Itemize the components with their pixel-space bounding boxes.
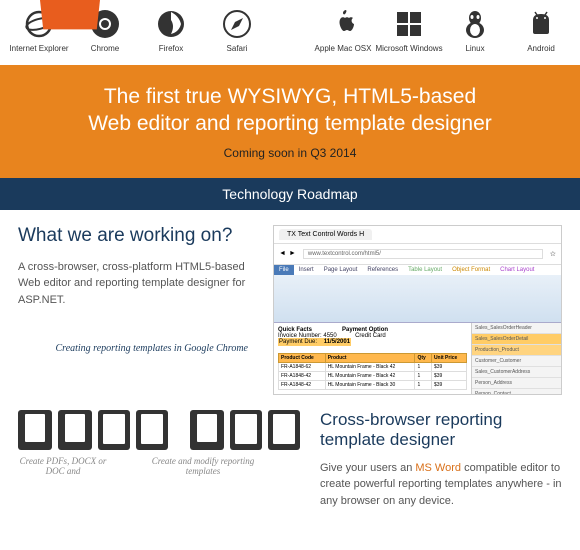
safari-label: Safari [227, 44, 248, 53]
ss-fwd-icon: ► [289, 250, 296, 257]
mac-label: Apple Mac OSX [315, 44, 372, 53]
ss-th-2: Qty [415, 353, 431, 362]
apple-icon [327, 8, 359, 40]
ss-tab-file: File [274, 265, 294, 275]
linux-icon [459, 8, 491, 40]
ss-td: 1 [415, 362, 431, 371]
ss-ribbon-tabs: File Insert Page Layout References Table… [274, 265, 561, 275]
windows-icon [393, 8, 425, 40]
platform-windows: Microsoft Windows [385, 8, 433, 53]
safari-icon [221, 8, 253, 40]
firefox-label: Firefox [159, 44, 183, 53]
bottom-desc-1: Give your users an [320, 462, 415, 474]
firefox-icon [155, 8, 187, 40]
device-tablet-icon [98, 410, 130, 450]
chrome-label: Chrome [91, 44, 119, 53]
ss-tab-references: References [362, 265, 403, 275]
bottom-accent: MS Word [415, 462, 461, 474]
device-linux-icon: 🐧 [190, 410, 224, 450]
ss-tab-pagelayout: Page Layout [319, 265, 363, 275]
ss-td: 1 [415, 371, 431, 380]
ss-document: Quick Facts Payment Option Invoice Numbe… [274, 323, 471, 395]
hero-title-line2: Web editor and reporting template design… [20, 110, 560, 137]
ss-tab-insert: Insert [294, 265, 319, 275]
working-title: What we are working on? [18, 225, 258, 247]
ss-card: Credit Card [355, 333, 386, 339]
browser-firefox: Firefox [147, 8, 195, 53]
ss-panel-item: Person_Address [472, 378, 561, 389]
windows-label: Microsoft Windows [375, 44, 442, 53]
ss-td: FR-A1848-42 [279, 371, 326, 380]
hero-subtitle: Coming soon in Q3 2014 [20, 146, 560, 170]
ss-panel-item: Production_Product [472, 345, 561, 356]
ss-th-3: Unit Price [431, 353, 466, 362]
ss-td: HL Mountain Frame - Black 42 [325, 371, 415, 380]
device-tablet2-icon [136, 410, 168, 450]
device-android-icon: ▲ [58, 410, 92, 450]
ss-tab-objformat: Object Format [447, 265, 495, 275]
bottom-section: 🍎 ▲ 🐧 ⊞ ⊞ Create PDFs, DOCX or DOC and C… [0, 400, 580, 520]
ss-panel-item: Sales_SalesOrderDetail [472, 334, 561, 345]
ss-td: HL Mountain Frame - Black 30 [325, 380, 415, 389]
ss-browser-tab: TX Text Control Words H [279, 229, 372, 240]
ss-panel-item: Sales_CustomerAddress [472, 367, 561, 378]
editor-screenshot: TX Text Control Words H ◄► www.textcontro… [273, 225, 562, 395]
device-win2-icon: ⊞ [268, 410, 300, 450]
linux-label: Linux [465, 44, 484, 53]
ss-td: $39 [431, 380, 466, 389]
roadmap-bar: Technology Roadmap [0, 178, 580, 210]
bottom-desc: Give your users an MS Word compatible ed… [320, 460, 562, 510]
logo-flap [40, 0, 100, 29]
ss-star-icon: ☆ [550, 250, 556, 258]
ss-tab-chartlayout: Chart Layout [495, 265, 539, 275]
ss-table: Product CodeProductQtyUnit Price FR-A184… [278, 353, 467, 390]
ss-back-icon: ◄ [279, 250, 286, 257]
working-caption: Creating reporting templates in Google C… [18, 343, 258, 354]
ss-url: www.textcontrol.com/html5/ [303, 249, 543, 259]
device-win-icon: ⊞ [230, 410, 262, 450]
ie-label: Internet Explorer [9, 44, 68, 53]
ss-paydue: Payment Due: [279, 339, 317, 345]
device-caption-1: Create and modify reporting templates [148, 456, 258, 476]
ss-td: HL Mountain Frame - Black 42 [325, 362, 415, 371]
android-icon [525, 8, 557, 40]
ss-fields-panel: Sales_SalesOrderHeader Sales_SalesOrderD… [471, 323, 561, 395]
browser-safari: Safari [213, 8, 261, 53]
hero-title-line1: The first true WYSIWYG, HTML5-based [20, 83, 560, 110]
ss-td: 1 [415, 380, 431, 389]
ss-paydate: 11/5/2001 [324, 339, 350, 345]
hero-banner: The first true WYSIWYG, HTML5-based Web … [0, 65, 580, 178]
ss-th-0: Product Code [279, 353, 326, 362]
ss-ribbon [274, 275, 561, 323]
ss-td: FR-A1848-42 [279, 380, 326, 389]
android-label: Android [527, 44, 555, 53]
ss-td: FR-A1848-62 [279, 362, 326, 371]
ss-td: $39 [431, 362, 466, 371]
working-text: A cross-browser, cross-platform HTML5-ba… [18, 259, 258, 309]
ss-panel-item: Sales_SalesOrderHeader [472, 323, 561, 334]
ss-panel-item: Person_Contact [472, 389, 561, 395]
ss-panel-item: Customer_Customer [472, 356, 561, 367]
device-caption-2: Create PDFs, DOCX or DOC and [18, 456, 108, 476]
ss-tab-tablelayout: Table Layout [403, 265, 447, 275]
ss-th-1: Product [325, 353, 415, 362]
devices-illustration: 🍎 ▲ 🐧 ⊞ ⊞ Create PDFs, DOCX or DOC and C… [18, 410, 300, 510]
working-section: What we are working on? A cross-browser,… [0, 210, 580, 400]
platform-linux: Linux [451, 8, 499, 53]
device-phone-icon: 🍎 [18, 410, 52, 450]
platform-android: Android [517, 8, 565, 53]
ss-td: $39 [431, 371, 466, 380]
platform-mac: Apple Mac OSX [319, 8, 367, 53]
bottom-title: Cross-browser reporting template designe… [320, 410, 562, 450]
